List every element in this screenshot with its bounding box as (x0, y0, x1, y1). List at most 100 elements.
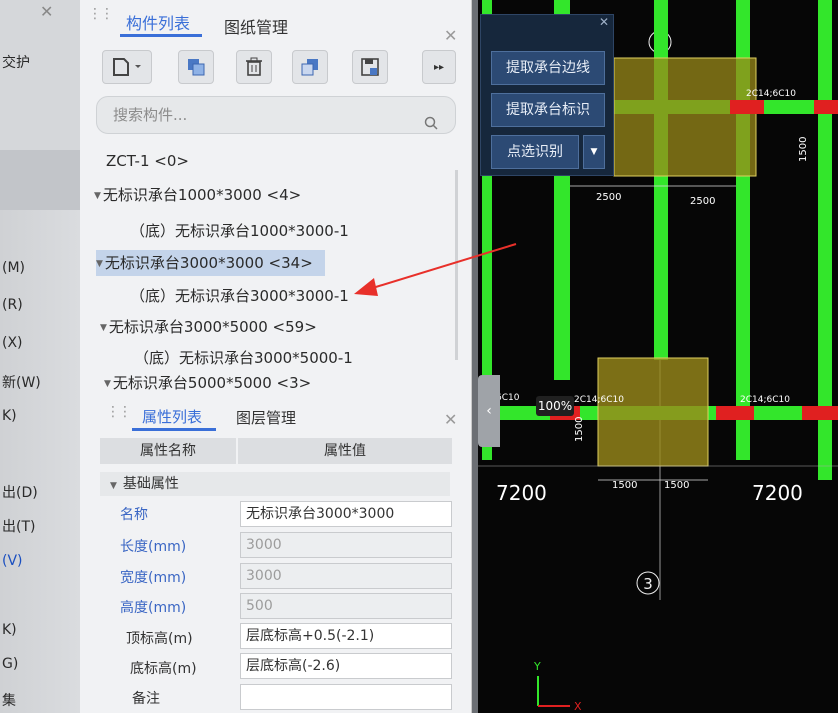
layers-icon (301, 59, 318, 76)
property-value-input[interactable] (240, 684, 452, 710)
search-input[interactable]: 搜索构件... (96, 96, 456, 134)
property-value-readonly[interactable]: 3000 (240, 532, 452, 558)
tree-item[interactable]: （底）无标识承台3000*3000-1 (130, 283, 349, 309)
zoom-indicator: 100% (536, 396, 574, 416)
more-button[interactable]: ▸▸ (422, 50, 456, 84)
expand-triangle-icon[interactable]: ▼ (100, 315, 107, 341)
expand-triangle-icon[interactable]: ▼ (94, 183, 101, 209)
extract-cap-label-button[interactable]: 提取承台标识 (491, 93, 605, 127)
dimension-label: 1500 (612, 480, 637, 491)
tab-drawing-management[interactable]: 图纸管理 (224, 14, 288, 38)
copy-button[interactable] (178, 50, 214, 84)
left-menu-item[interactable]: G) (2, 656, 18, 672)
tree-item-label: 无标识承台1000*3000 <4> (102, 186, 302, 204)
arrow-head (354, 278, 378, 296)
new-file-icon (113, 58, 141, 76)
app-root: ✕ 交护 (M) (R) (X) 新(W) K) 出(D) 出(T) (V) K… (0, 0, 838, 713)
extract-button[interactable] (352, 50, 388, 84)
dimension-label: 1500 (574, 417, 585, 442)
left-menu-item[interactable]: 交护 (2, 52, 30, 72)
close-icon[interactable]: ✕ (444, 410, 457, 429)
left-menu-item[interactable]: (X) (2, 335, 23, 351)
property-value-input[interactable]: 层底标高+0.5(-2.1) (240, 623, 452, 649)
span-label: 7200 (752, 481, 803, 505)
tree-item[interactable]: ▼ 无标识承台3000*5000 <59> (100, 314, 317, 340)
tree-item-label: （底）无标识承台3000*5000-1 (134, 349, 353, 367)
span-label: 7200 (496, 481, 547, 505)
tab-property-list[interactable]: 属性列表 (142, 406, 202, 427)
drag-handle-icon[interactable]: ⋮⋮ (106, 404, 132, 420)
collapse-triangle-icon[interactable]: ▼ (110, 481, 117, 491)
collapse-panel-button[interactable]: ‹ (478, 375, 500, 447)
active-tab-indicator (120, 34, 202, 37)
dimension-label: 2500 (690, 196, 715, 207)
new-component-button[interactable] (102, 50, 152, 84)
left-menu-item[interactable]: 集 (2, 690, 16, 710)
property-name: 宽度(mm) (120, 570, 187, 586)
close-icon[interactable]: ✕ (40, 2, 53, 21)
property-name: 底标高(m) (130, 661, 197, 677)
left-menu-selected-block (0, 150, 80, 210)
drag-handle-icon[interactable]: ⋮⋮ (88, 6, 114, 22)
arrow-shaft (365, 243, 517, 291)
tree-item[interactable]: ZCT-1 <0> (106, 148, 189, 174)
point-recognize-button[interactable]: 点选识别 (491, 135, 579, 169)
close-icon[interactable]: ✕ (444, 26, 457, 45)
beam-label: 2C14;6C10 (740, 395, 790, 405)
tree-item[interactable]: ▼ 无标识承台1000*3000 <4> (94, 182, 301, 208)
left-menu-item[interactable]: K) (2, 622, 17, 638)
tab-layer-management[interactable]: 图层管理 (236, 407, 296, 428)
property-value-readonly[interactable]: 500 (240, 593, 452, 619)
property-name: 备注 (132, 691, 160, 707)
left-menu-item[interactable]: 新(W) (2, 372, 41, 392)
tree-item[interactable]: （底）无标识承台3000*5000-1 (134, 345, 353, 371)
save-icon (361, 58, 379, 76)
ucs-label: Y (533, 660, 541, 673)
column-header-value: 属性值 (238, 438, 452, 464)
beam-label: 2C14;6C10 (746, 89, 796, 99)
property-panel: ⋮⋮ 属性列表 图层管理 ✕ 属性名称 属性值 ▼ 基础属性 名称 无标识承台30… (80, 392, 472, 713)
left-menu-item[interactable]: K) (2, 408, 17, 424)
tree-item-selected[interactable]: ▼ 无标识承台3000*3000 <34> (96, 250, 325, 276)
property-group[interactable]: ▼ 基础属性 (100, 472, 450, 496)
property-value-readonly[interactable]: 3000 (240, 563, 452, 589)
tree-item-label: （底）无标识承台3000*3000-1 (130, 287, 349, 305)
dimension-label: 2500 (596, 192, 621, 203)
search-icon[interactable] (424, 116, 438, 130)
annotation-arrow (354, 243, 517, 296)
tree-item-label: 无标识承台5000*5000 <3> (112, 374, 312, 392)
column-header-name: 属性名称 (100, 438, 236, 464)
beam-label: 2C14;6C10 (574, 395, 624, 405)
tab-component-list[interactable]: 构件列表 (126, 10, 190, 34)
beam-joint (730, 100, 764, 114)
pile-cap[interactable] (613, 57, 757, 177)
extract-cap-edge-button[interactable]: 提取承台边线 (491, 51, 605, 85)
axis-label-bottom: 3 (643, 575, 653, 593)
left-menu-item[interactable]: 出(D) (2, 482, 38, 502)
expand-triangle-icon[interactable]: ▼ (104, 375, 111, 393)
expand-triangle-icon[interactable]: ▼ (96, 251, 103, 277)
chevron-left-icon: ‹ (486, 403, 492, 419)
delete-button[interactable] (236, 50, 272, 84)
dimension-label: 1500 (664, 480, 689, 491)
trash-icon (246, 57, 262, 76)
dimension-label: 1500 (798, 137, 809, 162)
left-menu-item[interactable]: (M) (2, 260, 25, 276)
left-menu-item[interactable]: 出(T) (2, 516, 35, 536)
close-icon[interactable]: ✕ (599, 15, 609, 29)
copy-icon (188, 59, 205, 76)
property-value-input[interactable]: 无标识承台3000*3000 (240, 501, 452, 527)
left-menu-item[interactable]: (V) (2, 553, 23, 569)
tree-item[interactable]: （底）无标识承台1000*3000-1 (130, 218, 349, 244)
tree-item[interactable]: ▼ 无标识承台5000*5000 <3> (104, 374, 311, 392)
component-list-panel: ⋮⋮ 构件列表 图纸管理 ✕ ▸▸ 搜索构件... ZCT-1 <0> ▼ 无标识… (80, 0, 472, 392)
property-value-input[interactable]: 层底标高(-2.6) (240, 653, 452, 679)
tree-item-label: ZCT-1 <0> (106, 152, 189, 170)
copy-to-floor-button[interactable] (292, 50, 328, 84)
floating-toolbar: ✕ 提取承台边线 提取承台标识 点选识别 ▼ (480, 14, 614, 176)
pile-cap[interactable] (597, 357, 709, 467)
left-menu-item[interactable]: (R) (2, 297, 23, 313)
beam-joint (716, 406, 754, 420)
chevron-down-icon[interactable]: ▼ (583, 135, 605, 169)
vertical-beam[interactable] (654, 0, 668, 360)
